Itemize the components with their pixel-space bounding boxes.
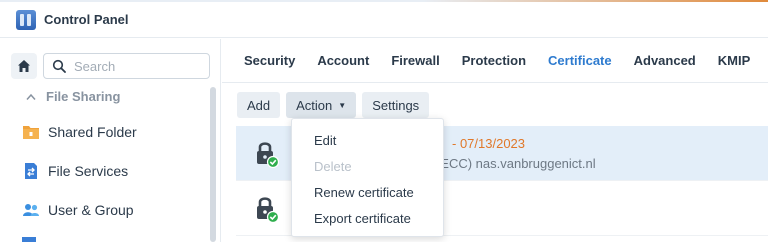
tab-advanced[interactable]: Advanced [634,53,696,68]
caret-down-icon: ▼ [338,100,347,110]
sidebar-item-shared-folder[interactable]: Shared Folder [22,119,137,145]
tab-account[interactable]: Account [317,53,369,68]
search-input[interactable] [74,58,194,74]
chevron-up-icon [26,93,36,100]
add-button[interactable]: Add [237,92,281,118]
window-titlebar: Control Panel [0,2,768,38]
menu-item-renew-certificate[interactable]: Renew certificate [292,179,443,205]
menu-item-export-certificate[interactable]: Export certificate [292,205,443,231]
shared-folder-icon [23,126,39,139]
menu-item-edit[interactable]: Edit [292,127,443,153]
section-label: File Sharing [46,89,121,104]
tab-kmip[interactable]: KMIP [718,53,751,68]
sidebar-item-file-services[interactable]: File Services [22,158,128,184]
certificate-expiry: - 07/13/2023 [452,136,526,151]
sidebar-item-label: Shared Folder [48,124,137,140]
sidebar-item-user-group[interactable]: User & Group [22,197,134,223]
settings-button[interactable]: Settings [362,92,430,118]
lock-verified-icon [257,197,280,223]
tab-security[interactable]: Security [244,53,295,68]
toolbar: Add Action ▼ Settings [237,92,435,118]
sidebar-scrollbar[interactable] [210,87,216,242]
home-button[interactable] [11,53,37,79]
app-title: Control Panel [44,12,129,27]
tab-certificate[interactable]: Certificate [548,53,612,68]
user-group-icon [23,204,39,216]
menu-item-delete: Delete [314,158,352,174]
section-file-sharing[interactable]: File Sharing [26,89,120,104]
certificate-detail: A/ECC) nas.vanbruggenict.nl [428,156,596,171]
lock-verified-icon [257,142,280,168]
action-button[interactable]: Action ▼ [286,92,357,118]
file-services-icon [25,163,37,179]
tab-protection[interactable]: Protection [462,53,526,68]
action-button-label: Action [296,97,333,113]
control-panel-icon [16,9,36,30]
sidebar-next-item-icon [22,237,36,242]
sidebar: File Sharing Shared Folder File Services… [0,39,221,242]
search-field[interactable] [43,53,210,79]
tab-firewall[interactable]: Firewall [391,53,439,68]
sidebar-item-label: User & Group [48,202,134,218]
action-dropdown-menu: Edit Delete Renew certificate Export cer… [291,118,444,237]
sidebar-item-label: File Services [48,163,129,179]
search-icon [52,59,66,73]
tab-bar: Security Account Firewall Protection Cer… [222,39,768,83]
home-icon [18,60,30,72]
